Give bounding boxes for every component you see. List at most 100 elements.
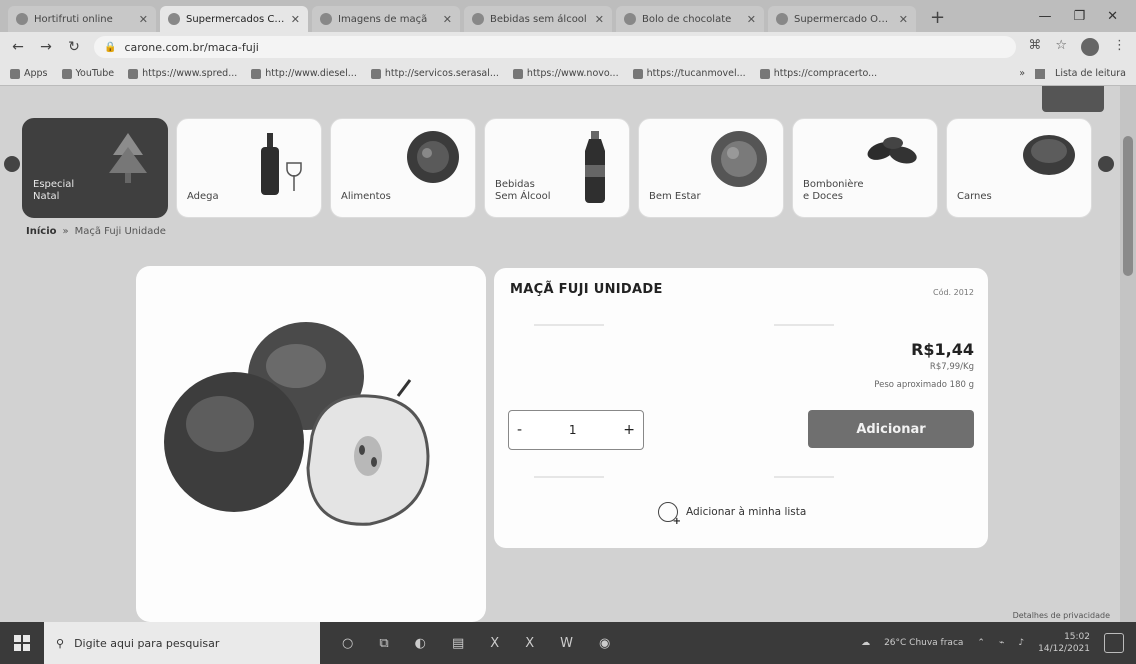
breadcrumb-current: Maçã Fuji Unidade bbox=[74, 226, 166, 237]
youtube-icon bbox=[61, 68, 72, 79]
category-label: Bombonière e Doces bbox=[803, 179, 864, 202]
privacy-link[interactable]: Detalhes de privacidade bbox=[1013, 611, 1110, 620]
close-window-icon[interactable]: ✕ bbox=[1107, 9, 1118, 24]
scrollbar[interactable] bbox=[1120, 86, 1136, 622]
taskbar-search[interactable]: ⚲ Digite aqui para pesquisar bbox=[44, 622, 320, 664]
bookmark-label: Apps bbox=[24, 68, 48, 79]
translate-icon[interactable]: ⌘ bbox=[1028, 38, 1041, 56]
add-to-list-label: Adicionar à minha lista bbox=[686, 506, 807, 518]
tab-title: Supermercados Caro bbox=[186, 13, 285, 25]
bookmark-star-icon[interactable]: ☆ bbox=[1055, 38, 1067, 56]
tray-chevron-icon[interactable]: ⌃ bbox=[977, 638, 985, 648]
divider bbox=[534, 476, 604, 478]
cortana-icon[interactable]: ○ bbox=[342, 636, 353, 651]
bookmark-item[interactable]: https://tucanmovel... bbox=[632, 68, 746, 79]
new-tab-button[interactable]: + bbox=[920, 7, 955, 32]
start-button[interactable] bbox=[0, 622, 44, 664]
bookmark-favicon-icon bbox=[251, 68, 262, 79]
category-carnes[interactable]: Carnes bbox=[946, 118, 1092, 218]
bookmark-item[interactable]: https://www.spred... bbox=[128, 68, 237, 79]
category-bomboniere-doces[interactable]: Bombonière e Doces bbox=[792, 118, 938, 218]
category-carousel: Especial Natal Adega Alimentos Bebidas S… bbox=[4, 116, 1116, 222]
decrease-quantity-button[interactable]: - bbox=[517, 422, 522, 438]
volume-icon[interactable]: ♪ bbox=[1018, 638, 1024, 648]
weather-text[interactable]: 26°C Chuva fraca bbox=[884, 638, 963, 648]
close-icon[interactable]: ✕ bbox=[291, 13, 300, 26]
bookmark-item[interactable]: http://servicos.serasal... bbox=[370, 68, 499, 79]
excel-icon[interactable]: X bbox=[490, 636, 499, 651]
reading-list[interactable]: » Lista de leitura bbox=[1019, 68, 1126, 79]
minimize-icon[interactable]: — bbox=[1038, 9, 1051, 24]
bookmarks-bar: Apps YouTube https://www.spred... http:/… bbox=[0, 62, 1136, 86]
close-icon[interactable]: ✕ bbox=[747, 13, 756, 26]
weather-icon: ☁ bbox=[861, 638, 871, 648]
bookmark-favicon-icon bbox=[370, 68, 381, 79]
product-image-card bbox=[136, 266, 486, 622]
maximize-icon[interactable]: ❐ bbox=[1073, 9, 1085, 24]
carousel-prev-button[interactable] bbox=[4, 156, 20, 172]
increase-quantity-button[interactable]: + bbox=[623, 422, 635, 438]
breadcrumb-home-link[interactable]: Início bbox=[26, 226, 57, 237]
tab-title: Bebidas sem álcool bbox=[490, 13, 587, 25]
category-especial-natal[interactable]: Especial Natal bbox=[22, 118, 168, 218]
product-price: R$1,44 bbox=[911, 340, 974, 359]
category-bem-estar[interactable]: Bem Estar bbox=[638, 118, 784, 218]
browser-tab[interactable]: Bolo de chocolate ✕ bbox=[616, 6, 764, 32]
taskbar-search-placeholder: Digite aqui para pesquisar bbox=[74, 636, 220, 650]
taskbar-clock[interactable]: 15:02 14/12/2021 bbox=[1038, 631, 1090, 655]
category-label: Bem Estar bbox=[649, 191, 701, 202]
profile-avatar[interactable] bbox=[1081, 38, 1099, 56]
address-bar: ← → ↻ 🔒 carone.com.br/maca-fuji ⌘ ☆ ⋮ bbox=[0, 32, 1136, 62]
notifications-icon[interactable] bbox=[1104, 633, 1124, 653]
bookmark-item[interactable]: http://www.diesel... bbox=[251, 68, 357, 79]
breadcrumb: Início » Maçã Fuji Unidade bbox=[26, 226, 166, 237]
meat-icon bbox=[1023, 135, 1075, 175]
browser-tab-active[interactable]: Supermercados Caro ✕ bbox=[160, 6, 308, 32]
apps-grid-icon bbox=[10, 68, 20, 79]
breadcrumb-separator: » bbox=[62, 226, 69, 237]
carousel-next-button[interactable] bbox=[1098, 156, 1114, 172]
tab-favicon-icon bbox=[776, 13, 788, 25]
task-view-icon[interactable]: ⧉ bbox=[379, 636, 388, 651]
excel-icon[interactable]: X bbox=[525, 636, 534, 651]
back-icon[interactable]: ← bbox=[10, 39, 26, 55]
quantity-input[interactable]: 1 bbox=[569, 423, 577, 437]
forward-icon[interactable]: → bbox=[38, 39, 54, 55]
add-to-cart-button[interactable]: Adicionar bbox=[808, 410, 974, 448]
url-input[interactable]: 🔒 carone.com.br/maca-fuji bbox=[94, 36, 1017, 58]
category-alimentos[interactable]: Alimentos bbox=[330, 118, 476, 218]
bookmark-apps[interactable]: Apps bbox=[10, 68, 48, 79]
reading-list-label: Lista de leitura bbox=[1055, 68, 1126, 79]
word-icon[interactable]: W bbox=[560, 636, 573, 651]
category-bebidas-sem-alcool[interactable]: Bebidas Sem Álcool bbox=[484, 118, 630, 218]
menu-kebab-icon[interactable]: ⋮ bbox=[1113, 38, 1126, 56]
chocolate-icon bbox=[867, 137, 917, 164]
bookmark-item[interactable]: https://compracerto... bbox=[759, 68, 877, 79]
page-content: Especial Natal Adega Alimentos Bebidas S… bbox=[0, 86, 1136, 622]
close-icon[interactable]: ✕ bbox=[139, 13, 148, 26]
bookmark-item[interactable]: https://www.novo... bbox=[512, 68, 619, 79]
add-to-list-button[interactable]: Adicionar à minha lista bbox=[658, 502, 807, 527]
header-cart-button[interactable] bbox=[1042, 86, 1104, 112]
category-label: Alimentos bbox=[341, 191, 391, 202]
network-icon[interactable]: ⌁ bbox=[999, 638, 1004, 648]
category-adega[interactable]: Adega bbox=[176, 118, 322, 218]
bookmark-label: https://www.spred... bbox=[142, 68, 238, 79]
close-icon[interactable]: ✕ bbox=[595, 13, 604, 26]
clock-date: 14/12/2021 bbox=[1038, 644, 1090, 654]
category-label: Bebidas Sem Álcool bbox=[495, 179, 551, 202]
edge-icon[interactable]: ◐ bbox=[415, 636, 426, 651]
browser-tab[interactable]: Supermercado Online ✕ bbox=[768, 6, 916, 32]
food-bowl-icon bbox=[407, 131, 459, 183]
browser-tab[interactable]: Bebidas sem álcool ✕ bbox=[464, 6, 612, 32]
bookmark-youtube[interactable]: YouTube bbox=[61, 68, 114, 79]
browser-tab[interactable]: Imagens de maçã ✕ bbox=[312, 6, 460, 32]
site-header-strip bbox=[0, 86, 1120, 114]
chrome-icon[interactable]: ◉ bbox=[599, 636, 610, 651]
close-icon[interactable]: ✕ bbox=[899, 13, 908, 26]
browser-tab[interactable]: Hortifruti online ✕ bbox=[8, 6, 156, 32]
reload-icon[interactable]: ↻ bbox=[66, 39, 82, 55]
file-explorer-icon[interactable]: ▤ bbox=[452, 636, 464, 651]
close-icon[interactable]: ✕ bbox=[443, 13, 452, 26]
scrollbar-thumb[interactable] bbox=[1123, 136, 1133, 276]
